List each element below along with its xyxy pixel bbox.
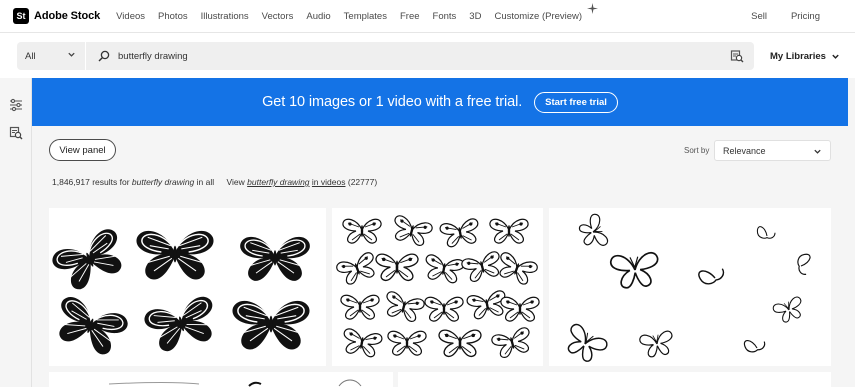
view-label: View (226, 177, 245, 187)
search-box[interactable] (86, 42, 754, 70)
asset-type-select[interactable]: All (17, 42, 85, 70)
sort-select[interactable]: Relevance (714, 140, 831, 161)
nav-link-fonts[interactable]: Fonts (433, 11, 457, 22)
left-sidebar (0, 78, 32, 387)
nav-link-illustrations[interactable]: Illustrations (201, 11, 249, 22)
banner-text: Get 10 images or 1 video with a free tri… (262, 94, 523, 110)
nav-link-videos[interactable]: Videos (116, 11, 145, 22)
nav-link-3d[interactable]: 3D (469, 11, 481, 22)
butterfly-pattern-illustration (334, 214, 540, 361)
search-input[interactable] (118, 50, 678, 62)
results-mid: results for (92, 177, 130, 187)
nav-link-templates[interactable]: Templates (344, 11, 387, 22)
chevron-down-icon (68, 52, 75, 57)
visual-search-icon[interactable] (730, 49, 744, 63)
my-libraries-button[interactable]: My Libraries (770, 51, 840, 62)
search-row: All My Libraries (0, 32, 855, 78)
nav-link-vectors[interactable]: Vectors (262, 11, 294, 22)
view-panel-button[interactable]: View panel (49, 139, 116, 161)
nav-link-audio[interactable]: Audio (306, 11, 330, 22)
butterfly-line-art-illustration (559, 212, 814, 366)
result-image-1[interactable] (49, 208, 326, 366)
logo-mark: St (13, 8, 29, 24)
result-image-3[interactable] (549, 208, 831, 366)
start-free-trial-button[interactable]: Start free trial (534, 91, 618, 113)
chevron-down-icon (814, 149, 821, 154)
results-term: butterfly drawing (131, 177, 195, 187)
nav-links: Videos Photos Illustrations Vectors Audi… (116, 2, 599, 22)
result-image-2[interactable] (332, 208, 543, 366)
nav-link-photos[interactable]: Photos (158, 11, 188, 22)
butterfly-illustration-partial (108, 379, 362, 387)
asset-type-value: All (25, 50, 36, 62)
video-results-tail[interactable]: in videos (312, 177, 346, 187)
butterfly-illustration (49, 225, 311, 360)
result-image-4[interactable] (49, 372, 393, 387)
top-nav: St Adobe Stock Videos Photos Illustratio… (0, 0, 855, 32)
nav-link-customize[interactable]: Customize (Preview) (494, 11, 582, 22)
nav-link-free[interactable]: Free (400, 11, 420, 22)
nav-link-sell[interactable]: Sell (751, 11, 767, 22)
video-results-count: (22777) (347, 177, 378, 187)
sparkle-icon (587, 2, 599, 22)
nav-link-pricing[interactable]: Pricing (791, 11, 820, 22)
search-icon[interactable] (98, 50, 110, 62)
sort-value: Relevance (723, 145, 766, 156)
chevron-down-icon (832, 54, 839, 59)
result-image-5[interactable] (398, 372, 831, 387)
free-trial-banner: Get 10 images or 1 video with a free tri… (32, 78, 848, 126)
results-scope: in all (196, 177, 215, 187)
nav-right: Sell Pricing (727, 11, 820, 22)
logo-text: Adobe Stock (34, 10, 101, 22)
adobe-stock-logo[interactable]: St Adobe Stock (13, 8, 100, 24)
sort-label: Sort by (684, 146, 710, 155)
filter-sliders-icon[interactable] (9, 98, 23, 112)
my-libraries-label: My Libraries (770, 51, 826, 62)
video-results-link[interactable]: butterfly drawing (247, 177, 309, 187)
results-summary: 1,846,917 results for butterfly drawing … (52, 177, 377, 187)
image-search-icon[interactable] (9, 126, 23, 140)
results-count: 1,846,917 (52, 177, 90, 187)
